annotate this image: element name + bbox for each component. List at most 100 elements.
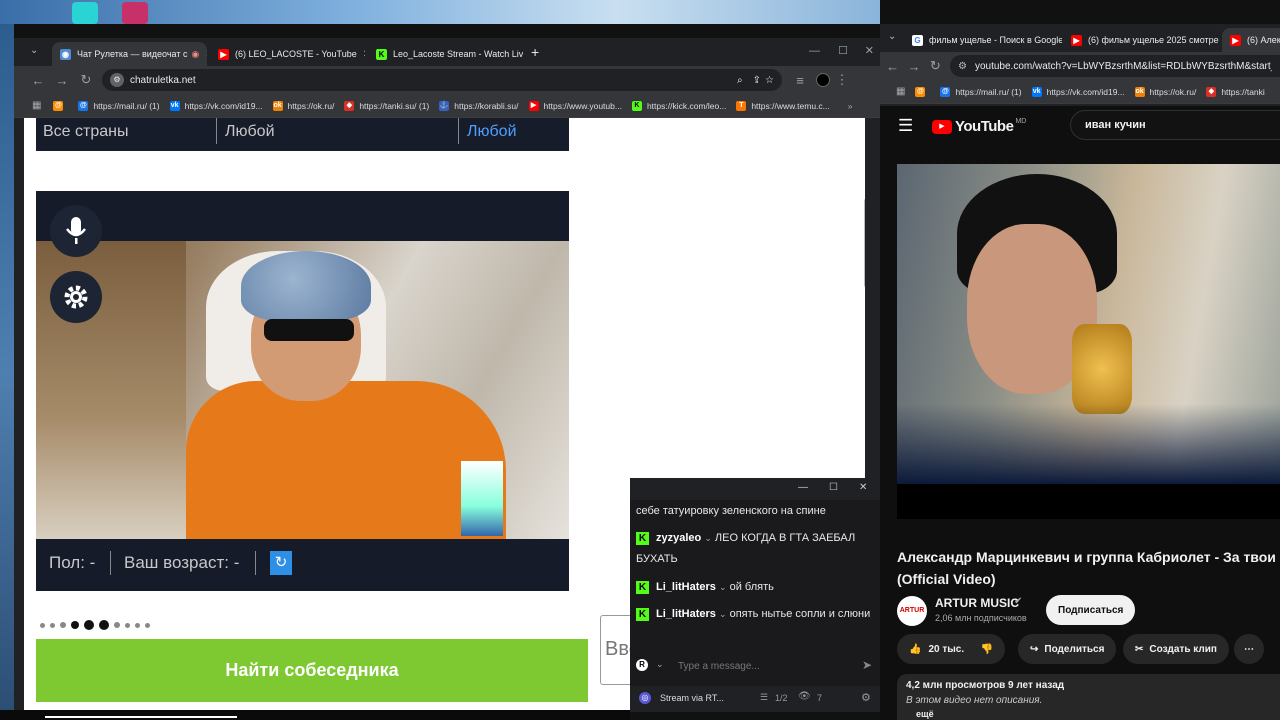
dislike-icon[interactable]: 👎 [981,644,993,655]
bookmark-item[interactable]: ▶ https://www.youtub... [528,100,622,111]
apps-grid-icon[interactable]: ▦ [896,86,905,97]
youtube-logo[interactable]: ▶ YouTube MD [932,118,1026,135]
video-player[interactable] [897,164,1280,519]
desktop-app-icon[interactable] [122,2,148,24]
site-info-icon[interactable]: ⚙ [110,73,124,87]
maximize-button[interactable]: ☐ [829,482,838,493]
chat-username[interactable]: Li_litHaters [656,581,716,593]
tab-kick[interactable]: K Leo_Lacoste Stream - Watch Live ✕ [368,42,523,66]
your-age-label[interactable]: Ваш возраст: - [124,553,239,573]
settings-gear-icon[interactable]: ⚙ [861,691,871,704]
search-input[interactable]: иван кучин [1070,110,1280,140]
dot[interactable] [125,622,130,628]
more-actions-button[interactable]: ⋯ [1234,634,1264,664]
bookmark-item[interactable]: @ [915,86,930,97]
rt-avatar-icon[interactable]: R [636,659,648,671]
show-more-link[interactable]: ещё [916,709,934,719]
refresh-icon[interactable]: ↻ [270,551,292,575]
tab-youtube-active[interactable]: ▶ (6) Алекса [1222,28,1280,52]
close-window-button[interactable]: ✕ [859,482,867,493]
bookmark-item[interactable]: ◆ https://tanki [1206,86,1265,97]
chat-username[interactable]: Li_litHaters [656,608,716,620]
close-icon[interactable]: ✕ [357,49,365,60]
chevron-down-icon[interactable]: ⌄ [656,659,664,670]
description-box[interactable]: 4,2 млн просмотров 9 лет назад В этом ви… [897,674,1280,720]
bookmark-item[interactable]: ◆ https://tanki.su/ (1) [344,100,429,111]
close-icon[interactable]: ✕ [1219,35,1221,46]
reload-icon[interactable]: ↻ [925,58,946,74]
dot[interactable] [40,622,45,628]
back-icon[interactable]: ← [26,73,50,88]
create-clip-button[interactable]: ✂ Создать клип [1123,634,1229,664]
youtube-favicon: ▶ [218,48,229,60]
address-bar[interactable]: ⚙ youtube.com/watch?v=LbWYBzsrthM&list=R… [949,55,1280,77]
share-button[interactable]: ↪ Поделиться [1018,634,1117,664]
dot[interactable] [145,622,150,628]
reload-icon[interactable]: ↻ [74,72,98,88]
forward-icon[interactable]: → [50,73,74,88]
bookmark-item[interactable]: Khttps://kick.com/leo... [631,100,726,111]
zoom-icon[interactable]: ⌕ [737,75,743,86]
bookmark-item[interactable]: vk https://vk.com/id19... [169,100,263,111]
channel-name[interactable]: ARTUR MUSIC [935,596,1019,610]
close-icon[interactable]: ✕ [199,49,207,60]
bookmark-item[interactable]: Thttps://www.temu.c... [736,100,830,111]
minimize-button[interactable]: — [798,482,808,493]
dot[interactable] [50,622,55,628]
chat-username[interactable]: zyzyaleo [656,532,701,544]
desktop-app-icon[interactable] [72,2,98,24]
tab-youtube[interactable]: ▶ (6) фильм ущелье 2025 смотре ✕ [1063,28,1221,52]
subscribe-button[interactable]: Подписаться [1046,595,1136,625]
back-icon[interactable]: ← [882,59,903,74]
site-info-icon[interactable]: ⚙ [958,61,967,72]
media-control-icon[interactable]: ≡ [788,73,812,88]
bookmark-item[interactable]: ok https://ok.ru/ [1134,86,1196,97]
hamburger-menu-icon[interactable]: ☰ [898,116,913,136]
gender-select[interactable]: Любой [467,123,517,141]
tab-search-icon[interactable]: ⌄ [30,45,38,56]
close-window-button[interactable]: ✕ [865,44,874,57]
find-partner-button[interactable]: Найти собеседника [36,639,588,702]
tab-google[interactable]: G фильм ущелье - Поиск в Google ✕ [904,28,1062,52]
profile-avatar[interactable] [816,73,830,87]
send-icon[interactable]: ➤ [862,658,872,672]
new-tab-button[interactable]: + [531,44,539,60]
bookmark-item[interactable]: vk https://vk.com/id19... [1031,86,1125,97]
bookmark-item[interactable]: @ https://mail.ru/ (1) [78,100,160,111]
tab-youtube[interactable]: ▶ (6) LEO_LACOSTE - YouTube ✕ [210,42,365,66]
bookmark-item[interactable]: ok https://ok.ru/ [272,100,334,111]
page-scrollbar[interactable] [864,198,865,288]
bookmark-star-icon[interactable]: ☆ [765,75,774,86]
channel-avatar[interactable]: ARTUR [897,596,927,626]
chat-input[interactable]: Type a message... [678,661,760,672]
desktop-icons-strip [0,24,14,720]
minimize-button[interactable]: — [809,45,820,57]
stream-label[interactable]: Stream via RT... [660,693,724,703]
dot[interactable] [114,622,120,628]
bookmark-item[interactable]: @ [53,100,68,111]
address-bar[interactable]: ⚙ chatruletka.net ⌕ ⇪ ☆ [102,69,782,91]
share-icon: ↪ [1030,643,1039,655]
apps-grid-icon[interactable]: ▦ [32,100,41,111]
maximize-button[interactable]: ☐ [838,44,848,57]
tab-chatruletka[interactable]: ◉ Чат Рулетка — видеочат с ◉ ✕ [52,42,207,66]
description-text: В этом видео нет описания. [906,695,1043,706]
webcam-panel: Пол: - Ваш возраст: - ↻ [36,191,569,591]
menu-icon[interactable]: ⋮ [830,72,854,88]
bookmark-item[interactable]: @ https://mail.ru/ (1) [940,86,1022,97]
share-icon[interactable]: ⇪ [753,75,761,86]
dot[interactable] [84,620,94,630]
dot[interactable] [135,622,140,628]
like-button[interactable]: 👍 20 тыс. 👎 [897,634,1005,664]
dot[interactable] [71,621,79,629]
settings-gear-icon[interactable] [50,271,102,323]
bookmark-item[interactable]: ⚓ https://korabli.su/ [439,100,519,111]
forward-icon[interactable]: → [903,59,924,74]
dot[interactable] [99,620,109,630]
tab-search-icon[interactable]: ⌄ [888,31,896,42]
microphone-icon[interactable] [50,205,102,257]
age-select[interactable]: Любой [225,123,275,141]
more-bookmarks-icon[interactable]: » [848,101,853,111]
country-select[interactable]: Все страны [43,123,128,141]
dot[interactable] [60,622,66,628]
